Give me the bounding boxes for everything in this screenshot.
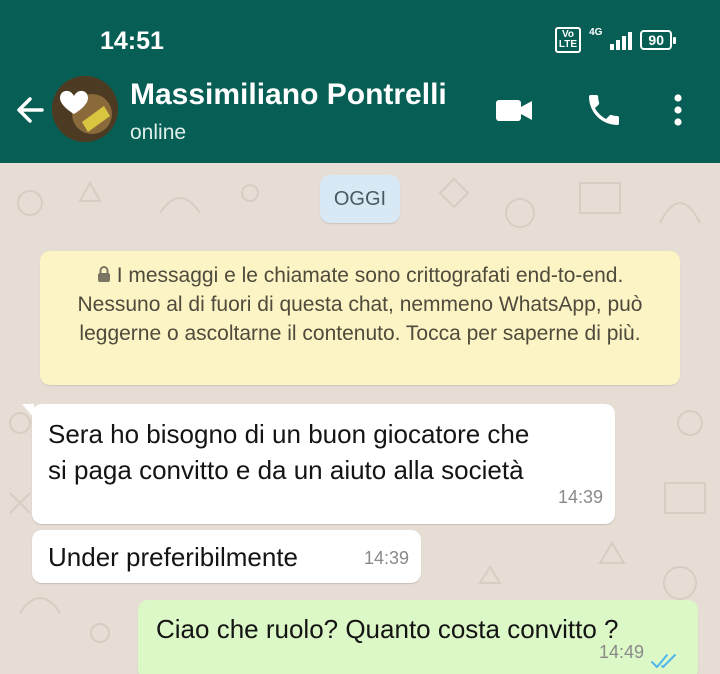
incoming-message[interactable]: Sera ho bisogno di un buon giocatore che… [22,404,615,524]
message-time: 14:39 [363,548,409,568]
lock-icon [97,266,110,282]
date-chip: OGGI [320,175,400,223]
encryption-notice-text: I messaggi e le chiamate sono crittograf… [77,264,643,345]
chat-area[interactable]: OGGI I messaggi e le chiamate sono critt… [0,163,720,674]
video-call-icon[interactable] [494,90,534,130]
message-text: Under preferibilmente [48,542,299,572]
back-arrow-icon[interactable] [14,90,46,130]
volte-icon: Vo LTE [554,27,582,53]
status-bar: 14:51 Vo LTE 4G 90 [0,0,720,60]
battery-icon: 90 [640,30,676,50]
message-text: si paga convitto e da un aiuto alla soci… [48,455,524,485]
contact-status: online [130,121,187,144]
status-icons: Vo LTE 4G 90 [554,26,676,53]
chat-header: Massimiliano Pontrelli online [0,60,720,163]
message-time: 14:49 [598,642,644,662]
signal-icon [610,30,633,50]
message-text: Ciao che ruolo? Quanto costa convitto ? [156,614,619,644]
outgoing-message[interactable]: Ciao che ruolo? Quanto costa convitto ? … [138,600,698,674]
contact-name[interactable]: Massimiliano Pontrelli [130,78,447,112]
message-text: Sera ho bisogno di un buon giocatore che [48,419,530,449]
read-ticks-icon [651,654,676,668]
incoming-message[interactable]: Under preferibilmente 14:39 [32,530,421,583]
network-type: 4G [589,26,603,38]
encryption-notice[interactable]: I messaggi e le chiamate sono crittograf… [40,251,680,385]
message-time: 14:39 [557,487,603,507]
more-options-icon[interactable] [668,90,688,130]
status-time: 14:51 [100,27,164,55]
phone-call-icon[interactable] [584,90,624,130]
avatar[interactable] [52,76,118,142]
